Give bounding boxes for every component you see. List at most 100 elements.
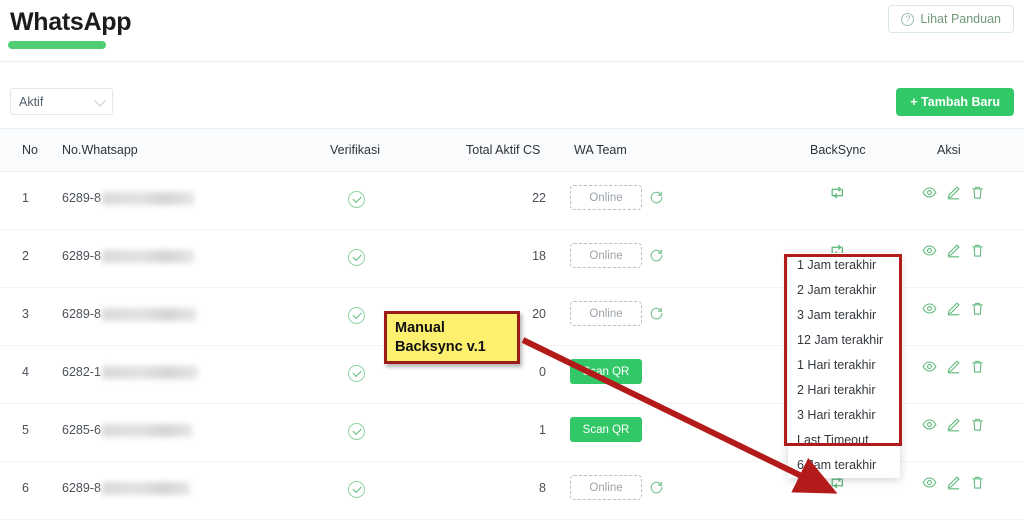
cell-total-aktif-cs: 8 (539, 481, 546, 495)
wa-team-scan-qr-button[interactable]: Scan QR (570, 417, 642, 442)
pencil-icon[interactable] (946, 243, 961, 258)
refresh-icon[interactable] (649, 480, 664, 495)
phone-redacted-blur (101, 481, 190, 495)
verified-check-icon (348, 423, 365, 440)
annotation-line-2: Backsync v.1 (395, 339, 486, 355)
pencil-icon[interactable] (946, 417, 961, 432)
phone-prefix: 6285-6 (62, 423, 101, 437)
backsync-dropdown-item[interactable]: 6 Jam terakhir (788, 453, 900, 478)
backsync-dropdown-item[interactable]: 2 Hari terakhir (788, 378, 900, 403)
cell-wa-team: Online (570, 301, 664, 326)
cell-aksi (922, 417, 985, 432)
cell-no: 1 (22, 191, 29, 205)
wa-team-online-button[interactable]: Online (570, 185, 642, 210)
pencil-icon[interactable] (946, 359, 961, 374)
tambah-baru-button[interactable]: + Tambah Baru (896, 88, 1014, 116)
cell-wa-team: Online (570, 243, 664, 268)
trash-icon[interactable] (970, 475, 985, 490)
page-header: WhatsApp ? Lihat Panduan (0, 0, 1024, 62)
pencil-icon[interactable] (946, 475, 961, 490)
lihat-panduan-button[interactable]: ? Lihat Panduan (888, 5, 1014, 33)
header-divider (0, 61, 1024, 62)
backsync-dropdown-menu[interactable]: 1 Jam terakhir 2 Jam terakhir 3 Jam terakh… (788, 253, 900, 478)
wa-team-online-button[interactable]: Online (570, 301, 642, 326)
cell-verifikasi (348, 307, 365, 327)
backsync-dropdown-item[interactable]: 3 Hari terakhir (788, 403, 900, 428)
cell-no: 2 (22, 249, 29, 263)
phone-prefix: 6289-8 (62, 481, 101, 495)
cell-verifikasi (348, 191, 365, 211)
cell-aksi (922, 359, 985, 374)
cell-aksi (922, 301, 985, 316)
pencil-icon[interactable] (946, 301, 961, 316)
active-tab-underline (8, 41, 106, 49)
verified-check-icon (348, 481, 365, 498)
eye-icon[interactable] (922, 359, 937, 374)
wa-team-online-button[interactable]: Online (570, 475, 642, 500)
eye-icon[interactable] (922, 185, 937, 200)
wa-team-online-button[interactable]: Online (570, 243, 642, 268)
trash-icon[interactable] (970, 243, 985, 258)
cell-whatsapp-number: 6289-8 (62, 481, 190, 495)
cell-verifikasi (348, 365, 365, 385)
chevron-down-icon (94, 95, 106, 107)
cell-whatsapp-number: 6289-8 (62, 307, 196, 321)
pencil-icon[interactable] (946, 185, 961, 200)
eye-icon[interactable] (922, 243, 937, 258)
phone-prefix: 6289-8 (62, 307, 101, 321)
cell-verifikasi (348, 423, 365, 443)
eye-icon[interactable] (922, 417, 937, 432)
verified-check-icon (348, 249, 365, 266)
cell-whatsapp-number: 6282-1 (62, 365, 198, 379)
status-filter-value: Aktif (19, 94, 44, 109)
cell-verifikasi (348, 481, 365, 501)
cell-total-aktif-cs: 18 (532, 249, 546, 263)
cell-total-aktif-cs: 1 (539, 423, 546, 437)
cell-wa-team: Online (570, 185, 664, 210)
trash-icon[interactable] (970, 185, 985, 200)
cell-verifikasi (348, 249, 365, 269)
phone-prefix: 6289-8 (62, 191, 101, 205)
backsync-dropdown-item[interactable]: 12 Jam terakhir (788, 328, 900, 353)
cell-wa-team: Scan QR (570, 359, 642, 384)
table-header-row: No No.Whatsapp Verifikasi Total Aktif CS… (0, 128, 1024, 172)
cell-no: 5 (22, 423, 29, 437)
cell-total-aktif-cs: 0 (539, 365, 546, 379)
cell-backsync[interactable] (830, 185, 846, 200)
refresh-icon[interactable] (649, 306, 664, 321)
page-title: WhatsApp (10, 8, 132, 36)
cell-aksi (922, 243, 985, 258)
trash-icon[interactable] (970, 359, 985, 374)
wa-team-scan-qr-button[interactable]: Scan QR (570, 359, 642, 384)
cell-whatsapp-number: 6289-8 (62, 249, 194, 263)
phone-redacted-blur (101, 365, 198, 379)
eye-icon[interactable] (922, 475, 937, 490)
backsync-dropdown-item[interactable]: 1 Hari terakhir (788, 353, 900, 378)
cell-whatsapp-number: 6289-8 (62, 191, 194, 205)
cell-wa-team: Online (570, 475, 664, 500)
cell-total-aktif-cs: 22 (532, 191, 546, 205)
verified-check-icon (348, 307, 365, 324)
backsync-dropdown-item[interactable]: 2 Jam terakhir (788, 278, 900, 303)
cell-aksi (922, 475, 985, 490)
column-header-total-aktif-cs: Total Aktif CS (466, 143, 541, 157)
refresh-icon[interactable] (649, 248, 664, 263)
backsync-dropdown-item[interactable]: 3 Jam terakhir (788, 303, 900, 328)
cell-whatsapp-number: 6285-6 (62, 423, 192, 437)
backsync-dropdown-item[interactable]: Last Timeout (788, 428, 900, 453)
cell-no: 4 (22, 365, 29, 379)
trash-icon[interactable] (970, 417, 985, 432)
manual-backsync-annotation: Manual Backsync v.1 (384, 311, 520, 364)
backsync-dropdown-item[interactable]: 1 Jam terakhir (788, 253, 900, 278)
status-filter-select[interactable]: Aktif (10, 88, 113, 115)
cell-aksi (922, 185, 985, 200)
cell-no: 6 (22, 481, 29, 495)
phone-redacted-blur (101, 249, 194, 263)
app-root: WhatsApp ? Lihat Panduan Aktif + Tambah … (0, 0, 1024, 526)
table-row: 1 6289-8 22 Online (0, 172, 1024, 230)
backsync-sync-icon[interactable] (830, 185, 846, 200)
refresh-icon[interactable] (649, 190, 664, 205)
eye-icon[interactable] (922, 301, 937, 316)
trash-icon[interactable] (970, 301, 985, 316)
column-header-whatsapp: No.Whatsapp (62, 143, 138, 157)
